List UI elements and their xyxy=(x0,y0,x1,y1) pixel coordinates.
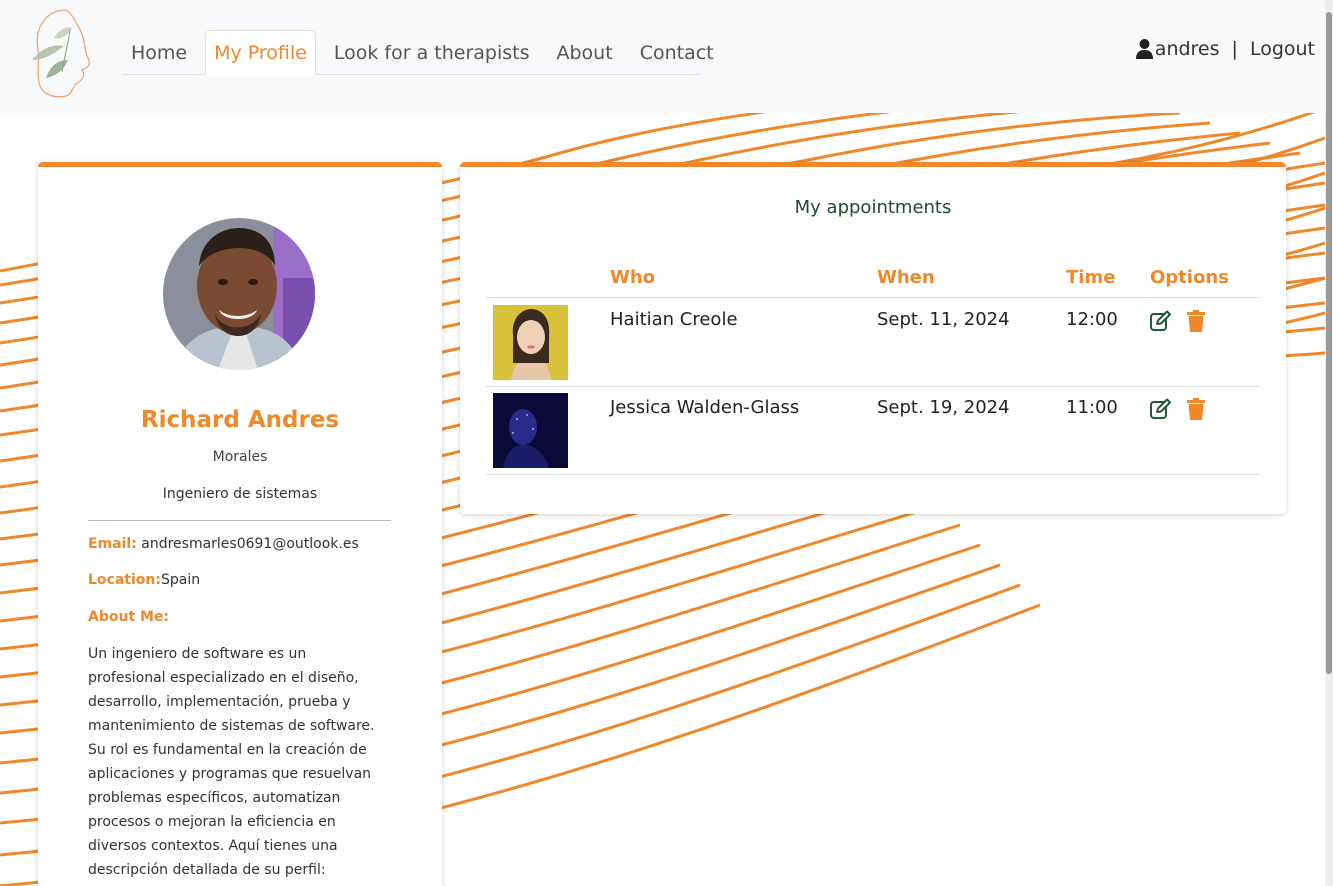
appointments-card: My appointments Who When Time Options Ha… xyxy=(460,162,1286,514)
nav-my-profile[interactable]: My Profile xyxy=(205,30,316,75)
appointment-when: Sept. 11, 2024 xyxy=(877,309,1010,330)
header-who: Who xyxy=(610,267,656,288)
profile-title: Ingeniero de sistemas xyxy=(162,486,318,502)
appointment-when: Sept. 19, 2024 xyxy=(877,397,1010,418)
row-divider xyxy=(486,474,1261,475)
profile-name: Richard Andres xyxy=(140,407,340,433)
profile-divider xyxy=(88,520,391,521)
edit-icon[interactable] xyxy=(1149,310,1171,332)
trash-icon[interactable] xyxy=(1185,310,1207,332)
appointment-time: 11:00 xyxy=(1066,397,1118,418)
appointment-time: 12:00 xyxy=(1066,309,1118,330)
nav-about[interactable]: About xyxy=(548,30,622,75)
about-label: About Me: xyxy=(88,609,170,625)
page-scrollbar[interactable] xyxy=(1325,0,1333,886)
username[interactable]: andres xyxy=(1155,38,1220,60)
user-icon xyxy=(1135,39,1153,59)
navbar: Home My Profile Look for a therapists Ab… xyxy=(0,0,1325,113)
header-time: Time xyxy=(1066,267,1116,288)
nav-contact[interactable]: Contact xyxy=(631,30,723,75)
nav-home[interactable]: Home xyxy=(122,30,196,75)
location-value: Spain xyxy=(160,572,201,588)
header-options: Options xyxy=(1150,267,1229,288)
profile-avatar xyxy=(163,218,315,370)
header-when: When xyxy=(877,267,935,288)
location-label: Location: xyxy=(88,572,161,588)
profile-lastname: Morales xyxy=(212,449,268,465)
email-value: andresmarles0691@outlook.es xyxy=(141,536,359,552)
nav-look-for-therapists[interactable]: Look for a therapists xyxy=(325,30,539,75)
main-nav: Home My Profile Look for a therapists Ab… xyxy=(122,30,714,75)
logout-link[interactable]: Logout xyxy=(1250,38,1315,60)
email-label: Email: xyxy=(88,536,137,552)
profile-card: Richard Andres Morales Ingeniero de sist… xyxy=(38,162,442,886)
profile-email: Email: andresmarles0691@outlook.es xyxy=(88,536,388,552)
profile-about-heading: About Me: xyxy=(88,609,388,625)
profile-about-text: Un ingeniero de software es un profesion… xyxy=(88,646,375,878)
appointment-who: Jessica Walden-Glass xyxy=(610,397,800,418)
therapist-photo xyxy=(493,393,568,468)
table-header-divider xyxy=(486,297,1261,298)
row-divider xyxy=(486,386,1261,387)
leaf-face-logo[interactable] xyxy=(26,8,96,100)
profile-location: Location:Spain xyxy=(88,572,388,588)
user-separator: | xyxy=(1231,38,1238,60)
edit-icon[interactable] xyxy=(1149,398,1171,420)
scrollbar-thumb[interactable] xyxy=(1326,12,1332,674)
appointments-title: My appointments xyxy=(794,197,952,218)
appointment-who: Haitian Creole xyxy=(610,309,738,330)
therapist-photo xyxy=(493,305,568,380)
trash-icon[interactable] xyxy=(1185,398,1207,420)
user-area: andres | Logout xyxy=(1135,38,1315,60)
